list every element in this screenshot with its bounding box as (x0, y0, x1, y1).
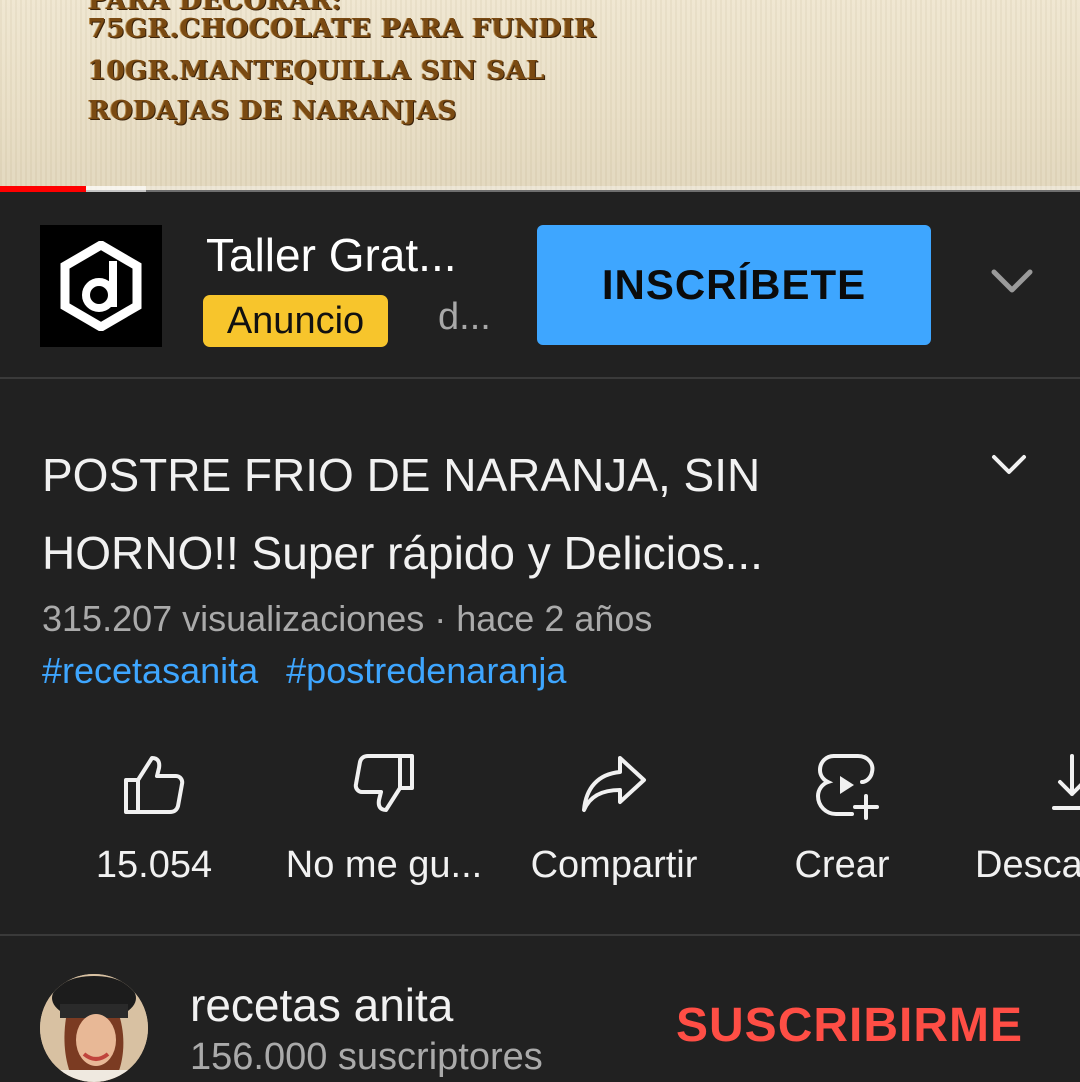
share-icon (582, 756, 646, 812)
download-button[interactable]: Desca (960, 752, 1080, 902)
thumbs-down-icon (353, 754, 414, 812)
download-label: Desca (975, 844, 1080, 886)
hashtag-link[interactable]: #postredenaranja (286, 650, 566, 691)
recipe-line: 10GR.MANTEQUILLA SIN SAL (88, 56, 546, 86)
video-title[interactable]: POSTRE FRIO DE NARANJA, SIN HORNO!! Supe… (42, 436, 942, 592)
recipe-line: RODAJAS DE NARANJAS (88, 96, 457, 126)
subscriber-count: 156.000 suscriptores (190, 1036, 543, 1078)
create-button[interactable]: Crear (732, 752, 952, 902)
recipe-line: 75GR.CHOCOLATE PARA FUNDIR (88, 14, 597, 44)
share-button[interactable]: Compartir (504, 752, 724, 902)
ad-title[interactable]: Taller Grat... (206, 228, 457, 282)
channel-avatar[interactable] (40, 974, 148, 1082)
share-label: Compartir (530, 844, 698, 886)
ad-cta-button[interactable]: INSCRÍBETE (537, 225, 931, 345)
avatar-image (40, 974, 148, 1082)
d-hexagon-logo-icon (60, 241, 142, 331)
dislike-button[interactable]: No me gu... (274, 752, 494, 902)
subscribe-button[interactable]: SUSCRIBIRME (676, 998, 1023, 1053)
divider (0, 934, 1080, 936)
hashtag-list: #recetasanita #postredenaranja (42, 650, 584, 692)
divider (0, 377, 1080, 379)
channel-name[interactable]: recetas anita (190, 978, 453, 1032)
hashtag-link[interactable]: #recetasanita (42, 650, 258, 691)
chevron-down-icon[interactable] (990, 266, 1034, 296)
video-meta: 315.207 visualizaciones · hace 2 años (42, 598, 653, 639)
video-progress-bar[interactable] (0, 186, 1080, 192)
ad-banner[interactable]: Taller Grat... Anuncio d... INSCRÍBETE (0, 192, 1080, 378)
chevron-down-icon[interactable] (990, 452, 1028, 478)
progress-played (0, 186, 87, 192)
ad-advertiser: d... (438, 296, 491, 338)
like-count: 15.054 (95, 844, 213, 886)
dislike-label: No me gu... (285, 844, 483, 886)
like-button[interactable]: 15.054 (44, 752, 264, 902)
ad-badge: Anuncio (203, 295, 388, 347)
thumbs-up-icon (124, 756, 185, 814)
video-player[interactable]: PARA DECORAR: 75GR.CHOCOLATE PARA FUNDIR… (0, 0, 1080, 190)
create-icon (815, 754, 879, 820)
advertiser-logo[interactable] (40, 225, 162, 347)
download-icon (1052, 754, 1080, 810)
create-label: Crear (794, 844, 890, 886)
